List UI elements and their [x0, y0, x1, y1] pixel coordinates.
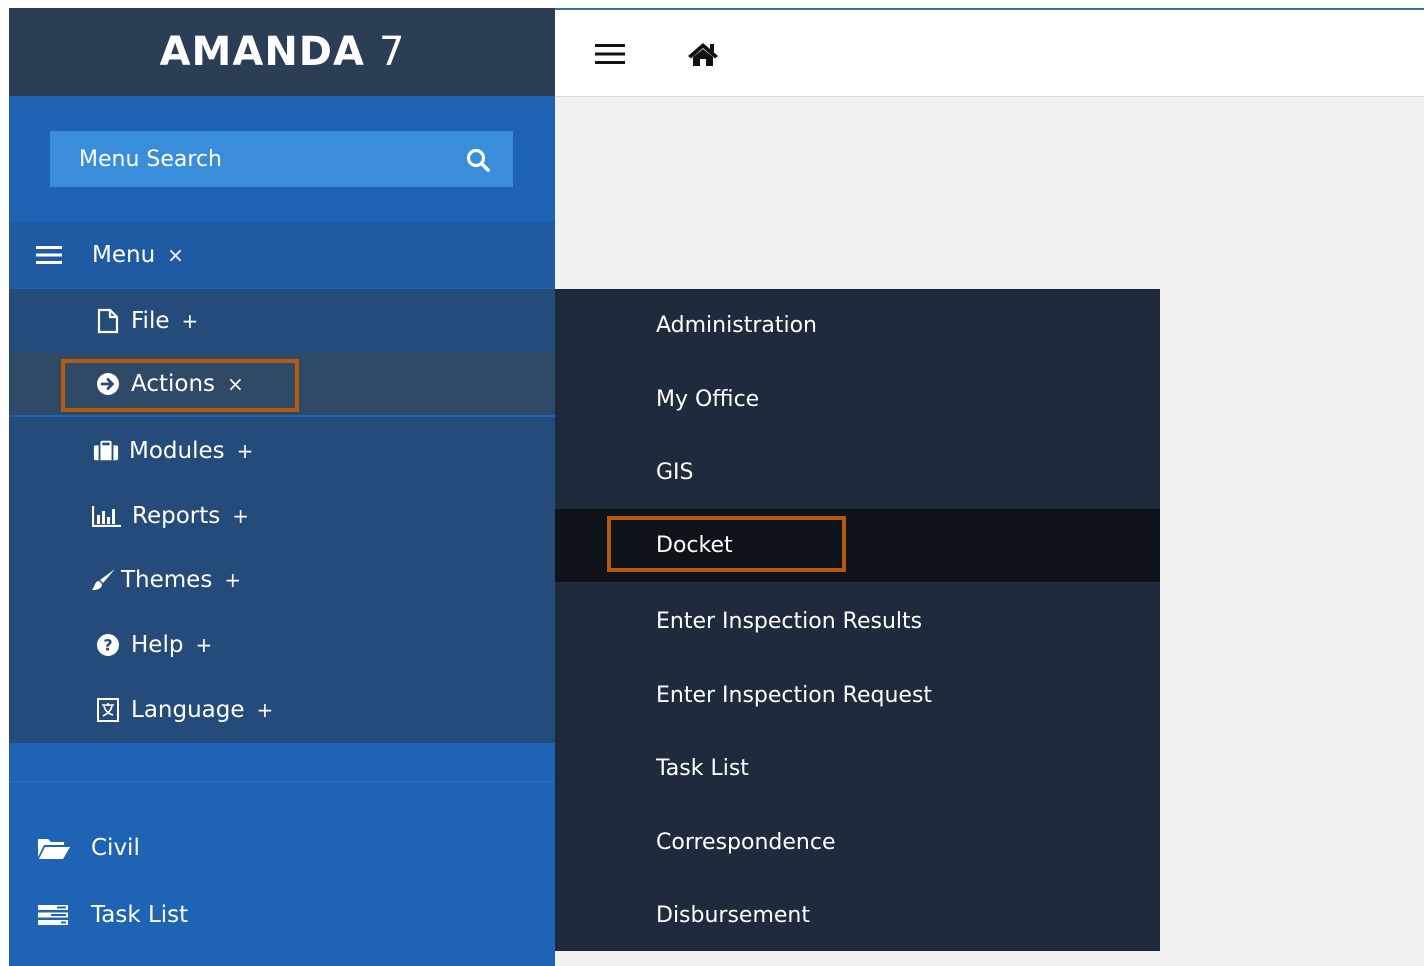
- brand-name: AMANDA: [159, 29, 365, 75]
- submenu-item-gis[interactable]: GIS: [555, 436, 1160, 509]
- menu-toggle[interactable]: Menu ×: [9, 222, 555, 288]
- hamburger-icon[interactable]: [595, 42, 625, 66]
- actions-highlight-box: [61, 359, 299, 412]
- menu-item-file[interactable]: File +: [9, 289, 555, 353]
- menu-list: File + Actions × Modules + Reports + The…: [9, 289, 555, 743]
- sidebar-item-label: Task List: [91, 902, 189, 928]
- menu-item-label: Themes: [121, 567, 213, 593]
- sidebar-divider: [9, 743, 555, 782]
- folder-open-icon: [37, 835, 71, 861]
- brand-version: 7: [378, 29, 405, 75]
- outer-frame-left: [0, 0, 9, 966]
- submenu-item-enter-inspection-request[interactable]: Enter Inspection Request: [555, 659, 1160, 732]
- submenu-item-my-office[interactable]: My Office: [555, 363, 1160, 436]
- bar-chart-icon: [92, 503, 122, 529]
- menu-search-box[interactable]: [50, 131, 513, 187]
- brand-logo: AMANDA 7: [9, 8, 555, 96]
- submenu-item-disbursement[interactable]: Disbursement: [555, 879, 1160, 952]
- sidebar-item-civil[interactable]: Civil: [9, 823, 555, 873]
- sidebar-item-label: Civil: [91, 835, 140, 861]
- menu-item-reports[interactable]: Reports +: [9, 484, 555, 548]
- expand-icon: +: [256, 698, 274, 722]
- sidebar: AMANDA 7 Menu × File +: [9, 8, 555, 966]
- submenu-item-correspondence[interactable]: Correspondence: [555, 806, 1160, 879]
- menu-item-label: Language: [131, 697, 245, 723]
- actions-submenu: Administration My Office GIS Docket Ente…: [555, 289, 1160, 951]
- menu-close-icon[interactable]: ×: [167, 243, 184, 267]
- menu-item-label: File: [131, 308, 170, 334]
- menu-item-label: Reports: [132, 503, 221, 529]
- expand-icon: +: [195, 633, 213, 657]
- expand-icon: +: [232, 504, 249, 528]
- file-icon: [95, 308, 121, 334]
- submenu-item-task-list[interactable]: Task List: [555, 732, 1160, 805]
- briefcase-icon: [93, 438, 119, 464]
- menu-item-modules[interactable]: Modules +: [9, 419, 555, 483]
- expand-icon: +: [236, 439, 254, 463]
- menu-item-language[interactable]: Language +: [9, 678, 555, 742]
- submenu-item-enter-inspection-results[interactable]: Enter Inspection Results: [555, 585, 1160, 658]
- expand-icon: +: [224, 568, 242, 592]
- docket-highlight-box: [607, 516, 846, 572]
- search-icon[interactable]: [465, 147, 491, 173]
- sidebar-item-task-list[interactable]: Task List: [9, 890, 555, 940]
- svg-text:?: ?: [103, 636, 112, 655]
- menu-item-label: Help: [131, 632, 184, 658]
- menu-label: Menu: [92, 242, 156, 268]
- home-icon[interactable]: [687, 40, 719, 68]
- language-icon: [95, 697, 121, 723]
- tasks-icon: [37, 902, 71, 928]
- expand-icon: +: [181, 309, 199, 333]
- question-circle-icon: ?: [95, 632, 121, 658]
- paintbrush-icon: [91, 567, 117, 593]
- menu-search-input[interactable]: [77, 145, 451, 173]
- hamburger-icon: [36, 246, 62, 264]
- submenu-item-administration[interactable]: Administration: [555, 289, 1160, 362]
- menu-item-themes[interactable]: Themes +: [9, 548, 555, 612]
- menu-item-help[interactable]: ? Help +: [9, 613, 555, 677]
- menu-item-label: Modules: [129, 438, 225, 464]
- top-bar: [555, 10, 1424, 97]
- outer-frame-top: [0, 0, 1424, 8]
